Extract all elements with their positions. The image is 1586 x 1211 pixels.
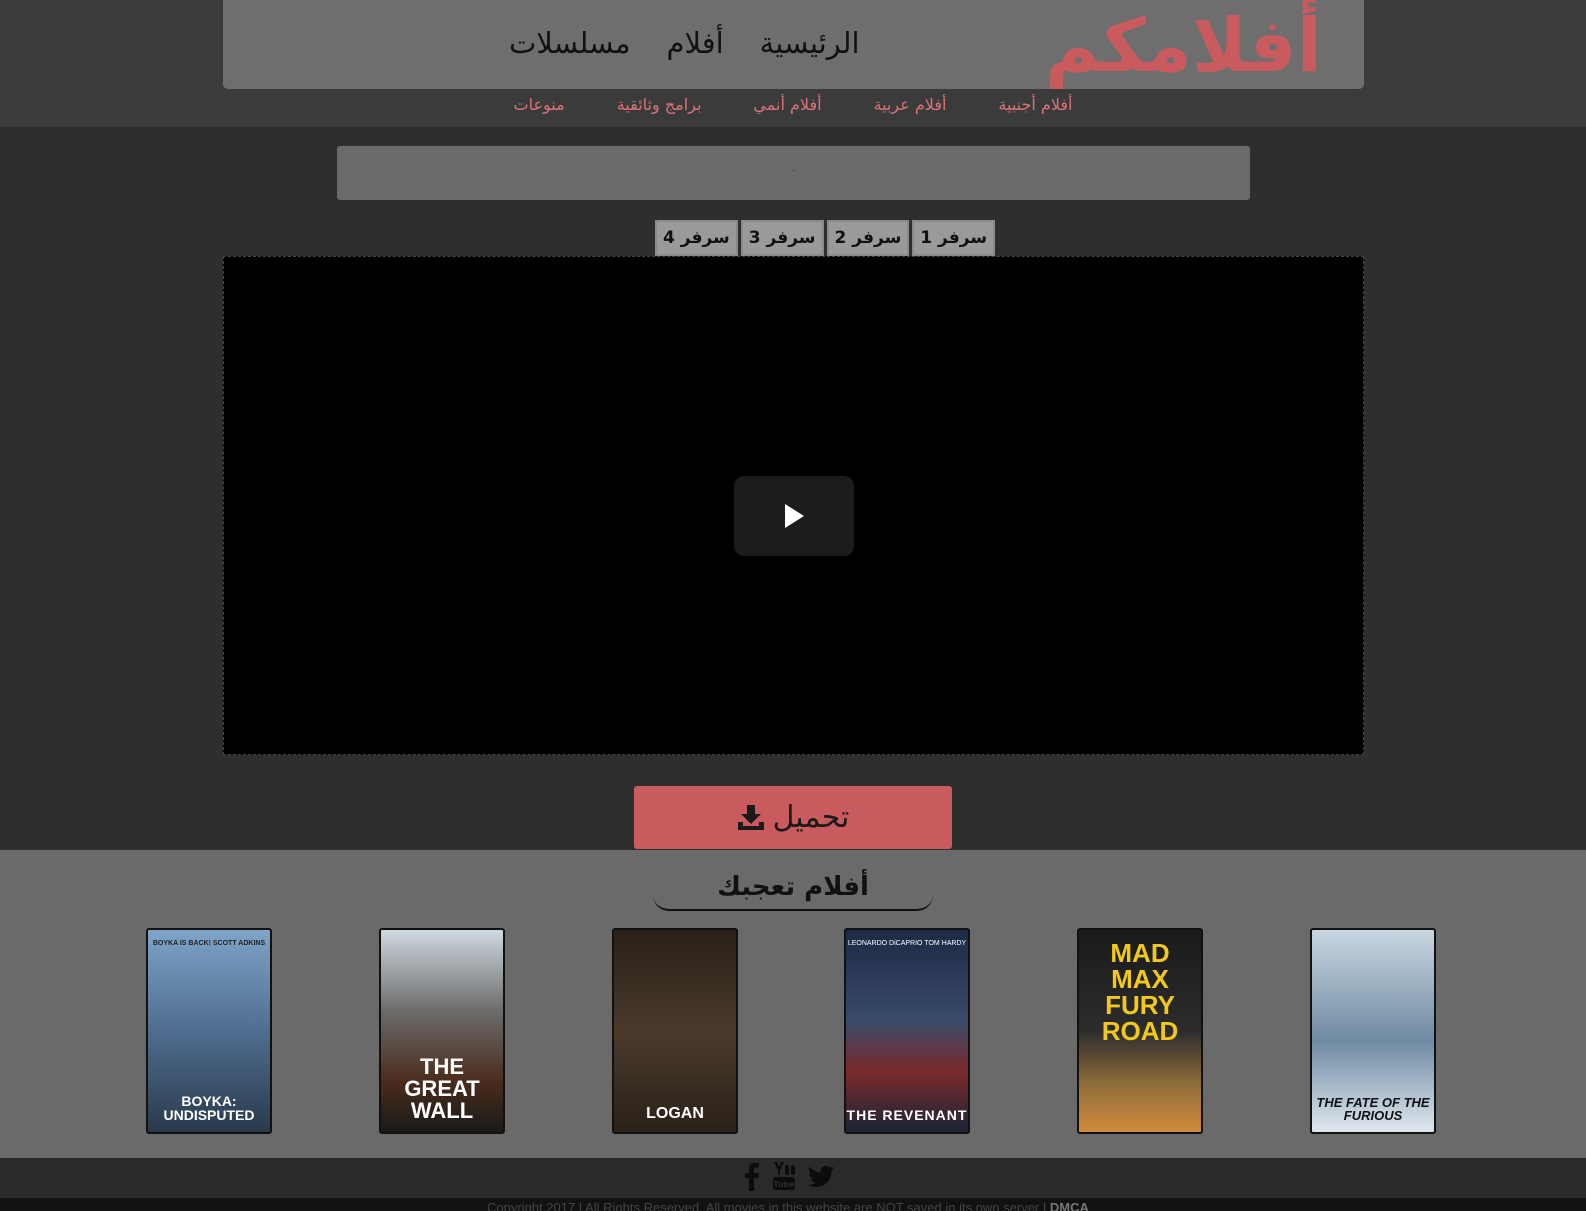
facebook-icon[interactable] <box>744 1161 760 1191</box>
copyright: Copyright 2017 | All Rights Reserved. Al… <box>487 1200 1089 1211</box>
logo-text: أفلامكم <box>1045 3 1322 89</box>
ad-banner <box>337 146 1250 200</box>
footer: Tube <box>0 1158 1586 1198</box>
twitter-icon[interactable] <box>808 1165 834 1187</box>
play-icon <box>785 504 804 528</box>
youtube-icon[interactable]: Tube <box>772 1161 796 1191</box>
main-nav: الرئيسية أفلام مسلسلات <box>509 26 860 60</box>
cat-foreign[interactable]: أفلام أجنبية <box>998 95 1072 114</box>
social-links: Tube <box>744 1161 834 1191</box>
nav-home[interactable]: الرئيسية <box>760 26 860 60</box>
video-player[interactable] <box>223 256 1364 755</box>
download-label: تحميل <box>772 800 850 835</box>
cat-anime[interactable]: أفلام أنمي <box>753 95 821 114</box>
top-bar: أفلامكم الرئيسية أفلام مسلسلات أفلام أجن… <box>0 0 1586 127</box>
play-button[interactable] <box>734 476 854 556</box>
cat-arabic[interactable]: أفلام عربية <box>874 95 947 114</box>
poster-the-great-wall[interactable]: THE GREAT WALL <box>379 928 505 1134</box>
poster-fate-of-the-furious[interactable]: THE FATE OF THE FURIOUS <box>1310 928 1436 1134</box>
cat-documentary[interactable]: برامج وثائقية <box>617 95 702 114</box>
server-tab-1[interactable]: سرفر 1 <box>912 220 996 256</box>
server-tab-4[interactable]: سرفر 4 <box>655 220 738 256</box>
site-logo[interactable]: أفلامكم <box>1045 2 1322 90</box>
dmca-link[interactable]: DMCA <box>1050 1200 1089 1211</box>
copyright-bar: Copyright 2017 | All Rights Reserved. Al… <box>0 1198 1586 1211</box>
svg-text:Tube: Tube <box>773 1180 795 1189</box>
nav-movies[interactable]: أفلام <box>666 26 723 60</box>
copyright-text: Copyright 2017 | All Rights Reserved. Al… <box>487 1200 1047 1211</box>
poster-the-revenant[interactable]: LEONARDO DiCAPRIO TOM HARDY THE REVENANT <box>844 928 970 1134</box>
download-button[interactable]: تحميل <box>634 786 952 849</box>
related-title: أفلام تعجبك <box>653 865 933 911</box>
cat-misc[interactable]: منوعات <box>514 95 565 114</box>
poster-logan[interactable]: LOGAN <box>612 928 738 1134</box>
related-movies: أفلام تعجبك THE FATE OF THE FURIOUS MAD … <box>0 850 1586 1158</box>
download-icon <box>737 804 764 830</box>
category-nav: أفلام أجنبية أفلام عربية أفلام أنمي برام… <box>0 95 1586 114</box>
poster-boyka[interactable]: BOYKA IS BACK! SCOTT ADKINS BOYKA: UNDIS… <box>146 928 272 1134</box>
nav-series[interactable]: مسلسلات <box>509 26 630 60</box>
header: أفلامكم الرئيسية أفلام مسلسلات <box>223 0 1364 89</box>
server-tab-2[interactable]: سرفر 2 <box>826 220 910 256</box>
server-tabs: سرفر 1 سرفر 2 سرفر 3 سرفر 4 <box>655 220 996 256</box>
poster-mad-max[interactable]: MAD MAX FURY ROAD <box>1077 928 1203 1134</box>
server-tab-3[interactable]: سرفر 3 <box>740 220 824 256</box>
